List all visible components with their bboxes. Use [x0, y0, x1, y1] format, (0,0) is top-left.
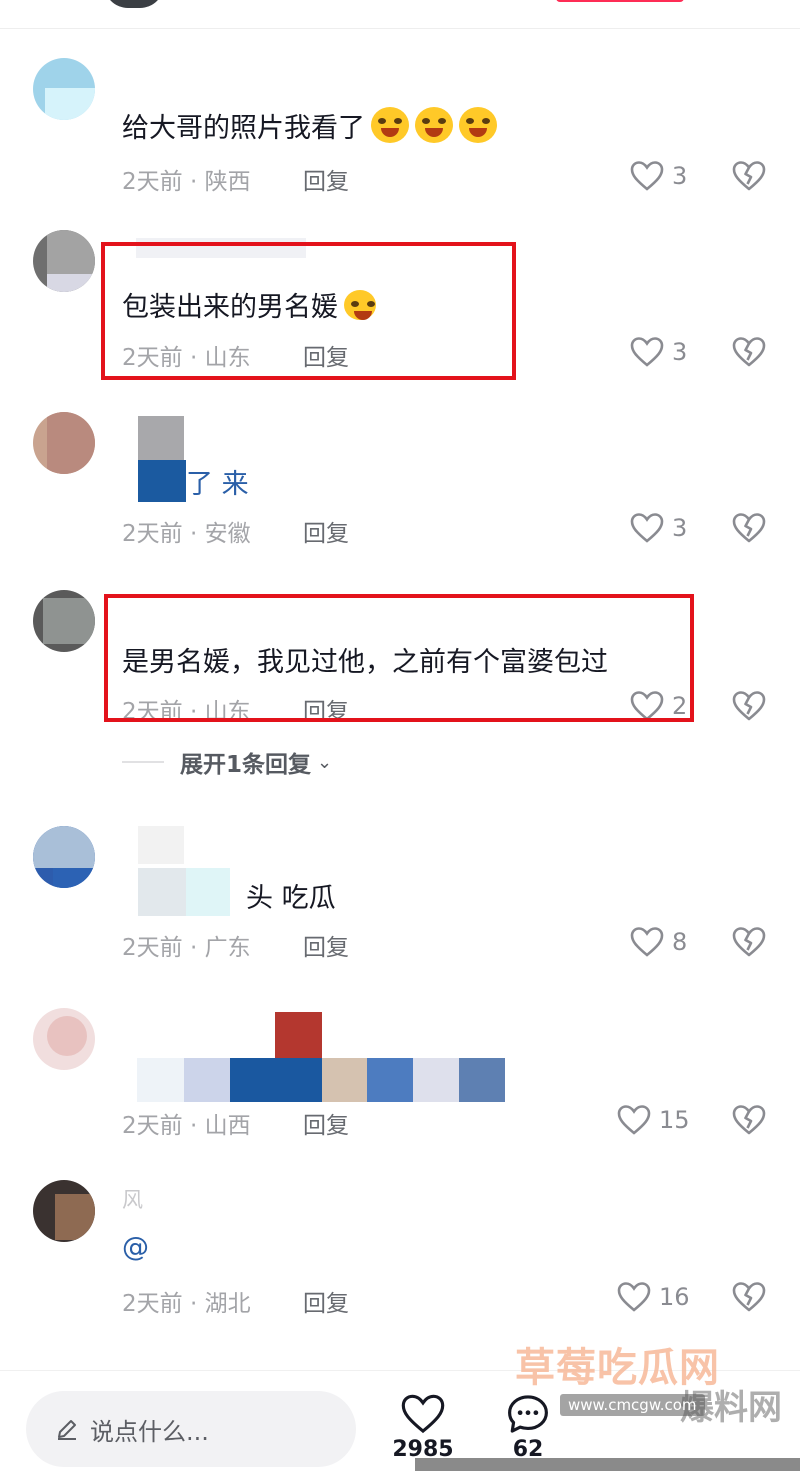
comment-bubble-icon	[508, 1395, 548, 1433]
comment-meta: 2天前 · 陕西	[122, 169, 251, 195]
comment-item: 风 @ 2天前 · 湖北 回复 16	[0, 1180, 800, 1330]
reply-button[interactable]: 回复	[303, 928, 349, 962]
like-button[interactable]: 16	[617, 1280, 690, 1314]
broken-heart-icon[interactable]	[732, 1103, 766, 1137]
broken-heart-icon[interactable]	[732, 1280, 766, 1314]
blurred-text	[186, 868, 230, 916]
comment-text: 了 来	[186, 469, 249, 500]
comment-text: 给大哥的照片我看了	[122, 106, 497, 145]
heart-icon	[401, 1394, 445, 1434]
avatar[interactable]	[33, 1180, 95, 1242]
comment-meta: 2天前 · 湖北	[122, 1291, 251, 1317]
blurred-text	[138, 460, 186, 502]
author-avatar-partial[interactable]	[104, 0, 164, 8]
divider	[122, 761, 164, 763]
blurred-text	[367, 1058, 413, 1102]
like-button[interactable]: 3	[630, 159, 687, 193]
avatar[interactable]	[33, 1008, 95, 1070]
pencil-icon	[58, 1420, 76, 1440]
crying-emoji-icon	[371, 107, 409, 143]
blurred-text	[459, 1058, 505, 1102]
username[interactable]: 风	[122, 1184, 143, 1214]
blurred-username	[138, 826, 184, 864]
comment-item: 2天前 · 山西 回复 15	[0, 1008, 800, 1158]
expand-replies-button[interactable]: 展开1条回复 ⌄	[122, 745, 332, 779]
heart-icon	[630, 337, 664, 367]
avatar[interactable]	[33, 826, 95, 888]
reply-button[interactable]: 回复	[303, 1284, 349, 1318]
chevron-down-icon: ⌄	[317, 751, 333, 773]
like-count: 15	[659, 1106, 690, 1134]
red-highlight-box	[104, 594, 694, 722]
comment-stat-button[interactable]: 62	[488, 1393, 568, 1462]
follow-button-partial[interactable]	[556, 0, 684, 2]
like-button[interactable]: 3	[630, 511, 687, 545]
like-count: 16	[659, 1283, 690, 1311]
heart-icon	[630, 161, 664, 191]
input-placeholder: 说点什么...	[90, 1417, 209, 1446]
comment-text: 头 吃瓜	[246, 883, 336, 914]
comment-meta: 2天前 · 广东	[122, 935, 251, 961]
comment-item: 给大哥的照片我看了 2天前 · 陕西 回复 3	[0, 58, 800, 208]
blurred-username	[138, 416, 184, 460]
blurred-text	[184, 1058, 230, 1102]
broken-heart-icon[interactable]	[732, 159, 766, 193]
avatar[interactable]	[33, 412, 95, 474]
comment-item: 头 吃瓜 2天前 · 广东 回复 8	[0, 826, 800, 976]
blurred-text	[137, 1058, 184, 1102]
comment-meta: 2天前 · 安徽	[122, 521, 251, 547]
reply-button[interactable]: 回复	[303, 1106, 349, 1140]
like-button[interactable]: 3	[630, 335, 687, 369]
heart-icon	[630, 513, 664, 543]
watermark-url: www.cmcgw.com	[560, 1394, 705, 1416]
top-header-edge	[0, 0, 800, 29]
avatar[interactable]	[33, 230, 95, 292]
avatar[interactable]	[33, 590, 95, 652]
like-stat-button[interactable]: 2985	[383, 1393, 463, 1462]
like-button[interactable]: 8	[630, 925, 687, 959]
broken-heart-icon[interactable]	[732, 511, 766, 545]
broken-heart-icon[interactable]	[732, 689, 766, 723]
heart-icon	[630, 927, 664, 957]
blurred-text	[322, 1058, 367, 1102]
blurred-text	[413, 1058, 459, 1102]
comment-meta: 2天前 · 山西	[122, 1113, 251, 1139]
like-button[interactable]: 15	[617, 1103, 690, 1137]
comment-item: 了 来 2天前 · 安徽 回复 3	[0, 412, 800, 562]
avatar[interactable]	[33, 58, 95, 120]
heart-icon	[617, 1282, 651, 1312]
broken-heart-icon[interactable]	[732, 335, 766, 369]
reply-button[interactable]: 回复	[303, 162, 349, 196]
reply-button[interactable]: 回复	[303, 514, 349, 548]
red-highlight-box	[101, 242, 516, 380]
blurred-text	[138, 868, 186, 916]
crying-emoji-icon	[459, 107, 497, 143]
crying-emoji-icon	[415, 107, 453, 143]
like-count: 3	[672, 514, 688, 542]
comment-text: @	[122, 1232, 149, 1263]
like-count: 8	[672, 928, 688, 956]
home-indicator-strip	[415, 1458, 800, 1471]
like-count: 3	[672, 162, 688, 190]
expand-replies-label: 展开1条回复	[180, 752, 312, 778]
comment-input[interactable]: 说点什么...	[26, 1391, 356, 1467]
blurred-username	[275, 1012, 322, 1058]
broken-heart-icon[interactable]	[732, 925, 766, 959]
like-count: 3	[672, 338, 688, 366]
blurred-text	[230, 1058, 322, 1102]
heart-icon	[617, 1105, 651, 1135]
